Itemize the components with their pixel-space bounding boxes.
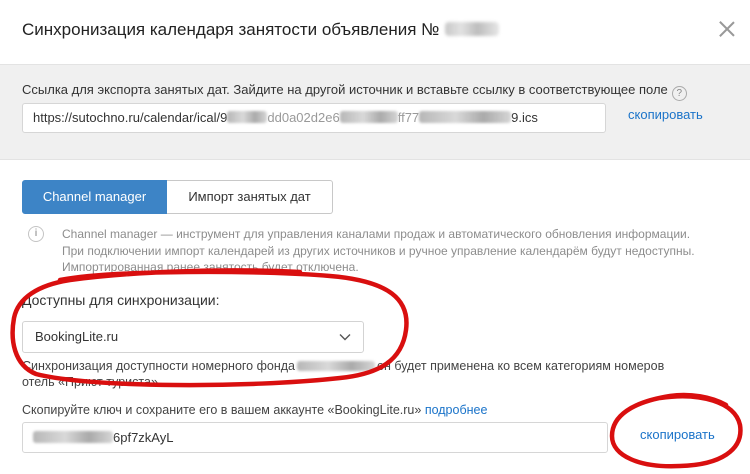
export-label: Ссылка для экспорта занятых дат. Зайдите… bbox=[22, 82, 687, 101]
copy-url-link[interactable]: скопировать bbox=[628, 107, 703, 122]
redacted-url-part bbox=[339, 111, 398, 123]
close-icon[interactable] bbox=[718, 20, 736, 38]
tab-import-dates[interactable]: Импорт занятых дат bbox=[167, 180, 333, 214]
export-url-field[interactable]: https://sutochno.ru/calendar/ical/9 dd0a0… bbox=[22, 103, 606, 133]
info-icon: i bbox=[28, 226, 44, 242]
sync-note-text: Синхронизация доступности номерного фонд… bbox=[22, 359, 295, 373]
info-line: Channel manager — инструмент для управле… bbox=[62, 227, 691, 241]
sync-note-line: отель «Приют туриста» bbox=[22, 375, 158, 389]
redacted-key-part bbox=[33, 431, 113, 443]
export-url-suffix: 9.ics bbox=[511, 110, 538, 125]
channel-select-value: BookingLite.ru bbox=[35, 329, 119, 344]
dialog-title-text: Синхронизация календаря занятости объявл… bbox=[22, 20, 440, 39]
mode-tabs: Channel manager Импорт занятых дат bbox=[22, 180, 333, 214]
sync-note-text: ен будет применена ко всем категориям но… bbox=[377, 359, 665, 373]
info-text: Channel manager — инструмент для управле… bbox=[62, 226, 732, 276]
sync-note-line: Синхронизация доступности номерного фонд… bbox=[22, 358, 722, 374]
redacted-url-part bbox=[419, 111, 512, 123]
api-key-suffix: 6pf7zkAyL bbox=[113, 430, 174, 445]
chevron-down-icon bbox=[339, 334, 351, 341]
tab-channel-manager[interactable]: Channel manager bbox=[22, 180, 167, 214]
copy-key-link[interactable]: скопировать bbox=[640, 427, 715, 442]
key-label-text: Скопируйте ключ и сохраните его в вашем … bbox=[22, 403, 422, 417]
export-label-text: Ссылка для экспорта занятых дат. Зайдите… bbox=[22, 82, 668, 97]
sync-available-label: Доступны для синхронизации: bbox=[22, 292, 220, 308]
key-label: Скопируйте ключ и сохраните его в вашем … bbox=[22, 403, 487, 417]
api-key-field[interactable]: 6pf7zkAyL bbox=[22, 422, 608, 453]
redacted-url-part bbox=[227, 111, 268, 123]
sync-note: Синхронизация доступности номерного фонд… bbox=[22, 358, 722, 390]
help-icon[interactable]: ? bbox=[671, 86, 687, 101]
info-line: При подключении импорт календарей из дру… bbox=[62, 243, 695, 258]
export-url-prefix: https://sutochno.ru/calendar/ical/9 bbox=[33, 110, 228, 125]
redacted-listing-number bbox=[445, 22, 500, 36]
dialog-title: Синхронизация календаря занятости объявл… bbox=[22, 20, 500, 40]
dialog-header: Синхронизация календаря занятости объявл… bbox=[0, 0, 750, 64]
export-panel: Ссылка для экспорта занятых дат. Зайдите… bbox=[0, 64, 750, 160]
redacted-text bbox=[297, 361, 375, 371]
more-link[interactable]: подробнее bbox=[425, 403, 488, 417]
channel-select[interactable]: BookingLite.ru bbox=[22, 321, 364, 353]
info-line: Импортированная ранее занятость будет от… bbox=[62, 260, 359, 274]
